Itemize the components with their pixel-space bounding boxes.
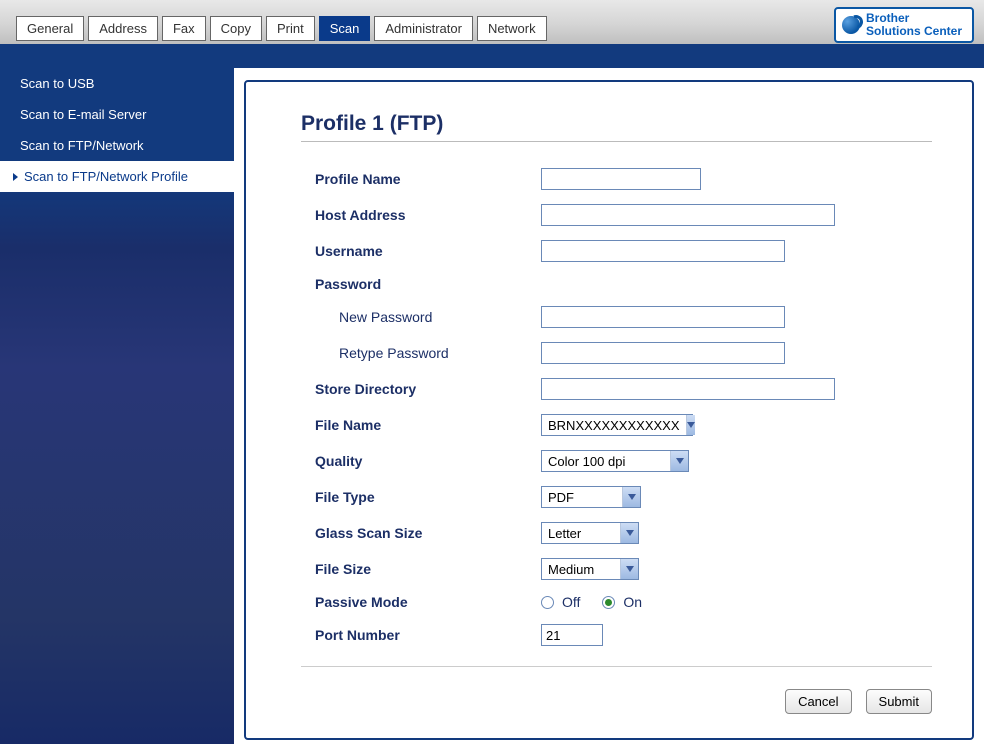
select-glass-scan-size[interactable]: Letter [541, 522, 639, 544]
label-new-password: New Password [301, 309, 541, 325]
brother-logo-icon [842, 16, 860, 34]
label-username: Username [301, 243, 541, 259]
label-retype-password: Retype Password [301, 345, 541, 361]
tab-general[interactable]: General [16, 16, 84, 41]
label-quality: Quality [301, 453, 541, 469]
label-host-address: Host Address [301, 207, 541, 223]
label-passive-mode: Passive Mode [301, 594, 541, 610]
label-store-directory: Store Directory [301, 381, 541, 397]
page-title: Profile 1 (FTP) [301, 112, 932, 142]
chevron-down-icon [622, 487, 640, 507]
label-password-section: Password [301, 276, 932, 292]
chevron-down-icon [670, 451, 688, 471]
chevron-down-icon [686, 415, 695, 435]
tab-address[interactable]: Address [88, 16, 158, 41]
select-file-type[interactable]: PDF [541, 486, 641, 508]
radio-passive-off[interactable] [541, 596, 554, 609]
cancel-button[interactable]: Cancel [785, 689, 851, 714]
tab-network[interactable]: Network [477, 16, 547, 41]
select-value: Medium [542, 562, 620, 577]
label-port-number: Port Number [301, 627, 541, 643]
radio-label-on: On [623, 594, 642, 610]
input-new-password[interactable] [541, 306, 785, 328]
label-glass-scan-size: Glass Scan Size [301, 525, 541, 541]
submit-button[interactable]: Submit [866, 689, 932, 714]
input-profile-name[interactable] [541, 168, 701, 190]
sidebar-item-scan-ftp-network-profile[interactable]: Scan to FTP/Network Profile [0, 161, 234, 192]
tab-print[interactable]: Print [266, 16, 315, 41]
input-host-address[interactable] [541, 204, 835, 226]
select-quality[interactable]: Color 100 dpi [541, 450, 689, 472]
tab-administrator[interactable]: Administrator [374, 16, 473, 41]
radio-label-off: Off [562, 594, 580, 610]
select-value: Color 100 dpi [542, 454, 670, 469]
solutions-center-label: Brother Solutions Center [866, 12, 962, 38]
chevron-down-icon [620, 559, 638, 579]
radio-passive-on[interactable] [602, 596, 615, 609]
form-footer: Cancel Submit [301, 666, 932, 714]
chevron-down-icon [620, 523, 638, 543]
label-profile-name: Profile Name [301, 171, 541, 187]
sidebar-item-scan-ftp-network[interactable]: Scan to FTP/Network [0, 130, 234, 161]
sidebar-item-label: Scan to FTP/Network Profile [24, 169, 188, 184]
content-area: Profile 1 (FTP) Profile Name Host Addres… [234, 68, 984, 744]
profile-form: Profile Name Host Address Username Passw… [301, 168, 932, 714]
tab-copy[interactable]: Copy [210, 16, 262, 41]
solutions-center-link[interactable]: Brother Solutions Center [834, 7, 974, 43]
input-port-number[interactable] [541, 624, 603, 646]
tab-scan[interactable]: Scan [319, 16, 371, 41]
sidebar-item-scan-email[interactable]: Scan to E-mail Server [0, 99, 234, 130]
select-file-size[interactable]: Medium [541, 558, 639, 580]
input-retype-password[interactable] [541, 342, 785, 364]
select-value: Letter [542, 526, 620, 541]
header-bluebar [0, 44, 984, 68]
input-store-directory[interactable] [541, 378, 835, 400]
settings-panel: Profile 1 (FTP) Profile Name Host Addres… [244, 80, 974, 740]
tab-fax[interactable]: Fax [162, 16, 206, 41]
select-value: PDF [542, 490, 622, 505]
label-file-size: File Size [301, 561, 541, 577]
select-value: BRNXXXXXXXXXXXX [542, 418, 686, 433]
input-username[interactable] [541, 240, 785, 262]
caret-right-icon [13, 173, 18, 181]
top-tab-bar: General Address Fax Copy Print Scan Admi… [0, 0, 984, 44]
label-file-name: File Name [301, 417, 541, 433]
label-file-type: File Type [301, 489, 541, 505]
select-file-name[interactable]: BRNXXXXXXXXXXXX [541, 414, 693, 436]
sidebar-item-scan-usb[interactable]: Scan to USB [0, 68, 234, 99]
sidebar: Scan to USB Scan to E-mail Server Scan t… [0, 68, 234, 744]
